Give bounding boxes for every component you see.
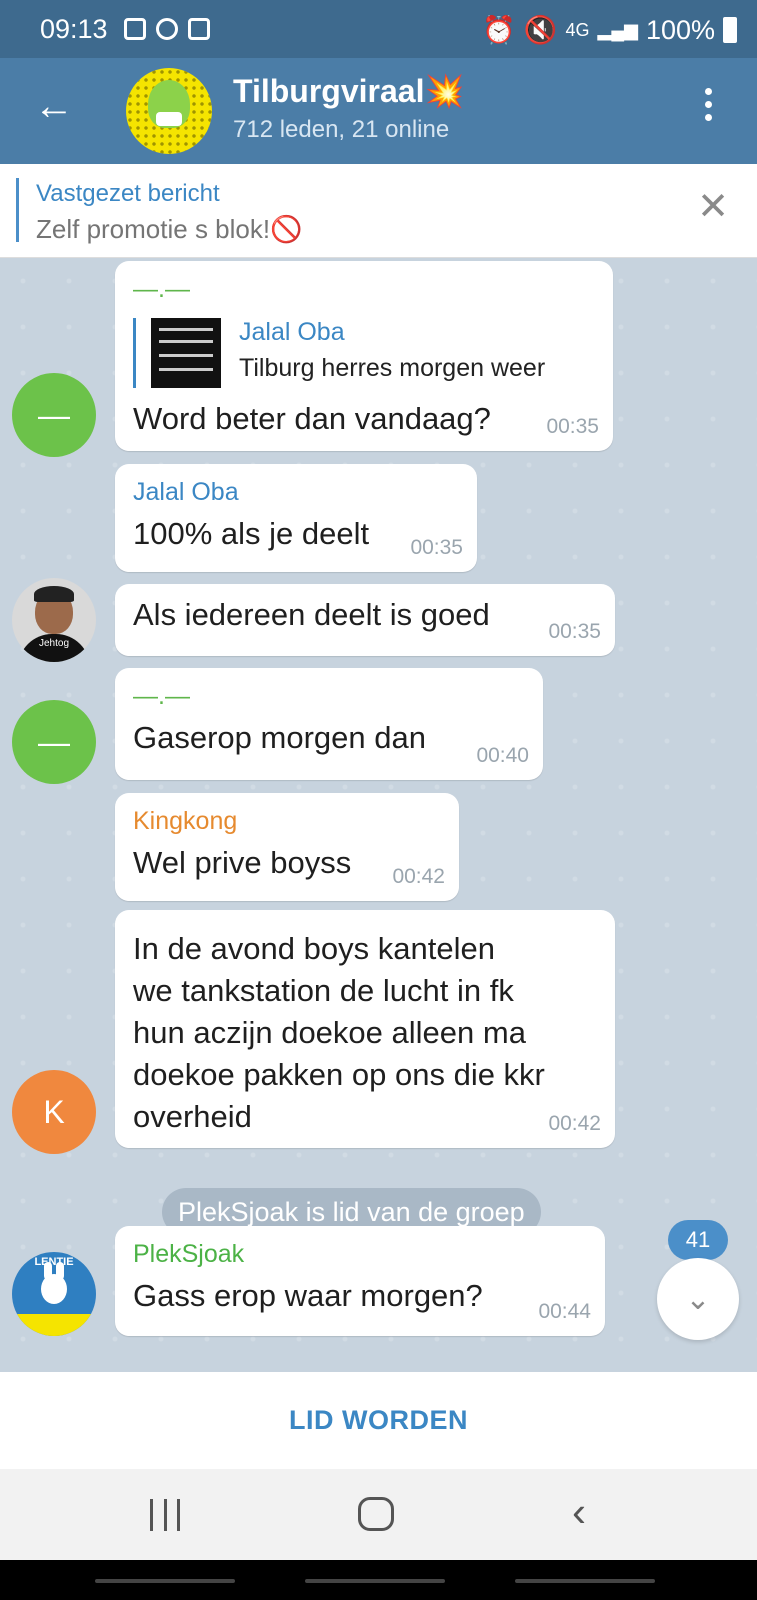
mute-icon: 🔇 xyxy=(523,15,558,45)
scroll-down-button[interactable]: ⌄ xyxy=(657,1258,739,1340)
system-nav-bar: ‹ xyxy=(0,1469,757,1560)
sync-icon xyxy=(156,18,178,40)
avatar[interactable]: LENTIE xyxy=(12,1252,96,1336)
avatar[interactable]: — xyxy=(12,373,96,457)
sender-name[interactable]: PlekSjoak xyxy=(133,1240,587,1269)
sender-name[interactable]: —.— xyxy=(133,682,525,711)
reply-text: Tilburg herres morgen weer xyxy=(239,354,546,382)
message-time: 00:35 xyxy=(410,536,463,559)
message-bubble[interactable]: In de avond boys kantelen we tankstation… xyxy=(115,910,615,1148)
sender-name[interactable]: Jalal Oba xyxy=(133,478,459,507)
reply-quote[interactable]: Jalal Oba Tilburg herres morgen weer xyxy=(133,318,595,390)
status-time: 09:13 xyxy=(40,14,108,44)
pinned-bar xyxy=(16,178,19,242)
group-title[interactable]: Tilburgviraal💥 xyxy=(233,72,464,110)
battery-level: 100% xyxy=(645,14,715,45)
message-time: 00:44 xyxy=(538,1300,591,1323)
gallery-icon xyxy=(124,18,146,40)
avatar[interactable]: K xyxy=(12,1070,96,1154)
avatar-caption: LENTIE xyxy=(34,1256,74,1268)
status-right: ⏰ 🔇 4G ▂▄▆ 100% xyxy=(482,14,737,46)
sender-name[interactable]: Kingkong xyxy=(133,807,441,836)
back-icon[interactable]: ‹ xyxy=(572,1491,586,1533)
home-icon[interactable] xyxy=(358,1497,394,1531)
gesture-bar xyxy=(0,1560,757,1600)
message-list[interactable]: — —.— Jalal Oba Tilburg herres morgen we… xyxy=(0,258,757,1372)
message-time: 00:35 xyxy=(546,415,599,438)
arrow-left-icon[interactable]: ← xyxy=(34,86,74,126)
message-text: Gaserop morgen dan xyxy=(133,720,426,755)
signal-icon: ▂▄▆ xyxy=(597,19,638,40)
message-time: 00:42 xyxy=(548,1112,601,1135)
avatar[interactable]: — xyxy=(12,700,96,784)
notification-icons xyxy=(124,18,210,40)
chat-header: ← Tilburgviraal💥 712 leden, 21 online xyxy=(0,58,757,164)
recent-apps-icon[interactable] xyxy=(150,1499,180,1531)
message-text: Gass erop waar morgen? xyxy=(133,1278,483,1313)
avatar-caption: Jehtog xyxy=(38,638,70,649)
message-time: 00:35 xyxy=(548,620,601,643)
more-options-icon[interactable] xyxy=(705,88,713,121)
message-bubble[interactable]: —.— Jalal Oba Tilburg herres morgen weer… xyxy=(115,261,613,451)
pinned-message[interactable]: Vastgezet bericht Zelf promotie s blok!🚫… xyxy=(0,164,757,258)
join-group-button[interactable]: LID WORDEN xyxy=(289,1405,468,1436)
group-member-count: 712 leden, 21 online xyxy=(233,116,450,143)
message-time: 00:40 xyxy=(476,744,529,767)
sender-name[interactable]: —.— xyxy=(133,275,595,304)
pinned-text: Zelf promotie s blok!🚫 xyxy=(36,214,303,244)
message-bubble[interactable]: —.— Gaserop morgen dan 00:40 xyxy=(115,668,543,780)
message-bubble[interactable]: Jalal Oba 100% als je deelt 00:35 xyxy=(115,464,477,572)
message-time: 00:42 xyxy=(392,865,445,888)
reply-sender: Jalal Oba xyxy=(239,318,345,346)
message-text: Word beter dan vandaag? xyxy=(133,401,491,436)
message-bubble[interactable]: Kingkong Wel prive boyss 00:42 xyxy=(115,793,459,901)
group-avatar[interactable] xyxy=(126,68,212,154)
avatar[interactable]: Jehtog xyxy=(12,578,96,662)
close-icon[interactable]: ✕ xyxy=(697,188,729,226)
message-bubble[interactable]: PlekSjoak Gass erop waar morgen? 00:44 xyxy=(115,1226,605,1336)
message-text: In de avond boys kantelen we tankstation… xyxy=(133,931,545,1134)
camera-icon xyxy=(188,18,210,40)
battery-icon xyxy=(723,17,737,43)
chevron-down-icon: ⌄ xyxy=(685,1282,711,1316)
pinned-label: Vastgezet bericht xyxy=(36,180,220,207)
message-bubble[interactable]: Als iedereen deelt is goed 00:35 xyxy=(115,584,615,656)
network-type: 4G xyxy=(565,19,590,40)
unread-count-badge: 41 xyxy=(668,1220,728,1260)
status-bar: 09:13 ⏰ 🔇 4G ▂▄▆ 100% xyxy=(0,0,757,58)
join-bar: LID WORDEN xyxy=(0,1372,757,1469)
message-text: Als iedereen deelt is goed xyxy=(133,597,490,632)
alarm-icon: ⏰ xyxy=(482,15,516,45)
reply-thumbnail xyxy=(151,318,221,388)
